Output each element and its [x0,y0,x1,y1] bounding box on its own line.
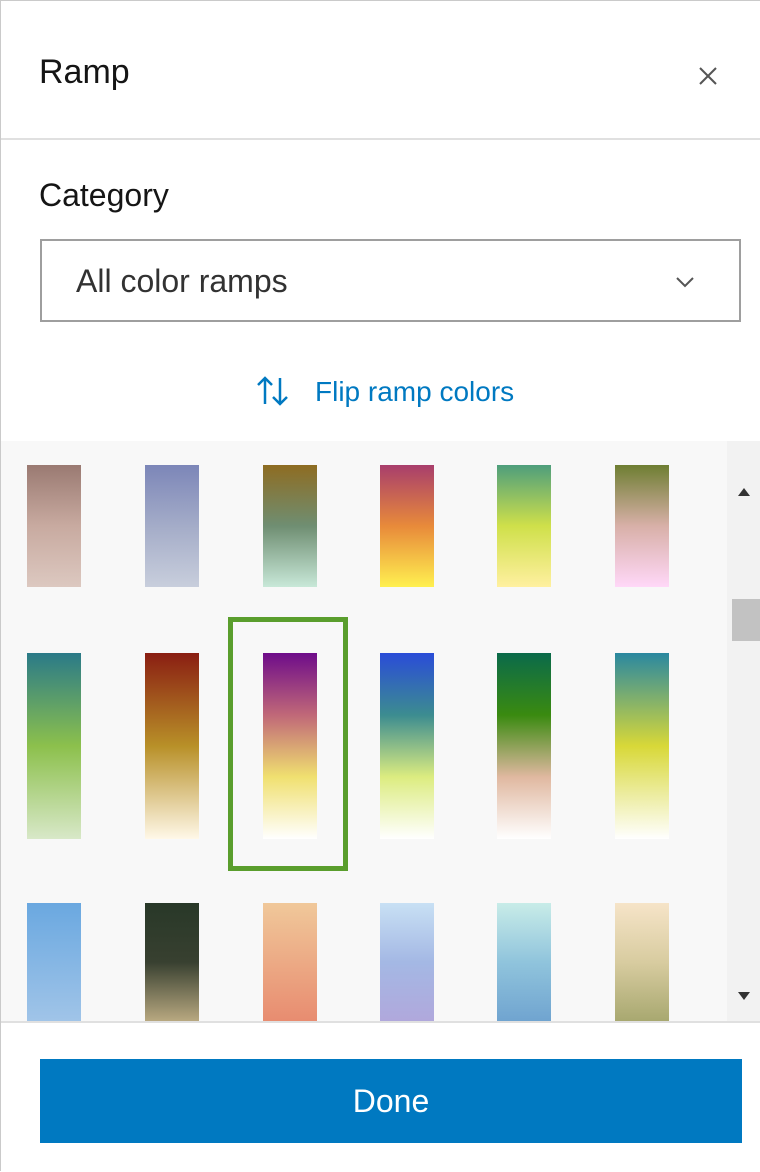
color-ramp-swatch[interactable] [380,653,434,839]
color-ramp-swatch[interactable] [497,653,551,839]
color-ramp-swatch[interactable] [263,903,317,1021]
category-select[interactable]: All color ramps [40,239,741,322]
color-ramp-swatch[interactable] [263,465,317,587]
color-ramp-swatch[interactable] [380,465,434,587]
scrollbar-thumb[interactable] [732,599,760,641]
close-icon[interactable] [691,59,725,93]
flip-ramp-colors-button[interactable]: Flip ramp colors [253,367,514,417]
scroll-up-arrow-icon[interactable] [736,485,752,497]
color-ramp-swatch[interactable] [263,653,317,839]
done-button[interactable]: Done [40,1059,742,1143]
category-selected-value: All color ramps [76,263,288,299]
swap-vertical-icon [253,372,293,412]
chevron-down-icon [672,269,698,295]
color-ramp-swatch[interactable] [145,903,199,1021]
ramp-grid-scrollbar[interactable] [727,441,760,1021]
flip-ramp-colors-label: Flip ramp colors [315,376,515,407]
color-ramp-swatch[interactable] [145,465,199,587]
color-ramp-grid [1,441,727,1021]
scroll-down-arrow-icon[interactable] [736,989,752,1001]
color-ramp-swatch[interactable] [145,653,199,839]
color-ramp-swatch[interactable] [27,653,81,839]
color-ramp-swatch[interactable] [497,465,551,587]
ramp-panel: Ramp Category All color ramps Flip ramp [0,0,760,1172]
color-ramp-swatch[interactable] [615,653,669,839]
color-ramp-swatch[interactable] [27,903,81,1021]
color-ramp-swatch[interactable] [27,465,81,587]
panel-header: Ramp [1,1,760,140]
color-ramp-swatch[interactable] [615,465,669,587]
color-ramp-swatch[interactable] [380,903,434,1021]
panel-footer: Done [1,1021,760,1172]
category-label: Category [39,177,169,213]
color-ramp-swatch[interactable] [615,903,669,1021]
color-ramp-swatch[interactable] [497,903,551,1021]
panel-title: Ramp [39,53,130,91]
